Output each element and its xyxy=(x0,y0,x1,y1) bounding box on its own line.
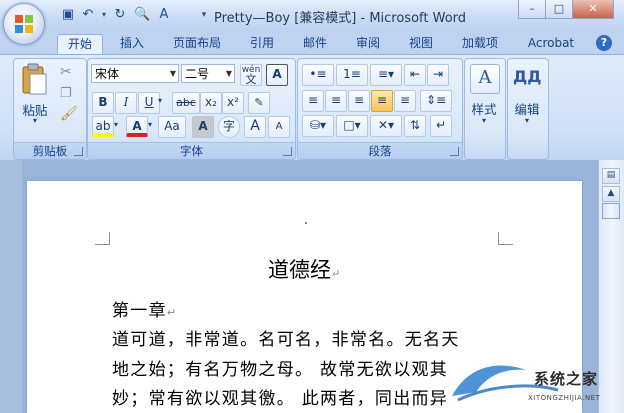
shading-icon[interactable]: ⛁▾ xyxy=(302,115,334,137)
tab-addins[interactable]: 加载项 xyxy=(455,34,505,54)
dialog-launcher-icon[interactable] xyxy=(74,147,83,156)
styles-dropdown-icon[interactable]: ▾ xyxy=(464,116,504,125)
bullets-icon[interactable]: •≡ xyxy=(302,64,334,86)
tab-insert[interactable]: 插入 xyxy=(110,34,154,54)
office-logo-icon xyxy=(15,15,33,33)
asian-layout-icon[interactable]: ✕▾ xyxy=(370,115,402,137)
tab-mailings[interactable]: 邮件 xyxy=(293,34,337,54)
document-line-text: 第一章 xyxy=(112,301,167,321)
ruler-toggle-icon[interactable]: ▤ xyxy=(602,168,620,184)
increase-indent-icon[interactable]: ⇥ xyxy=(427,64,449,86)
underline-dropdown-icon[interactable]: ▾ xyxy=(158,96,162,105)
align-left-icon[interactable]: ≡ xyxy=(302,90,324,112)
office-button[interactable] xyxy=(3,3,45,45)
decrease-indent-icon[interactable]: ⇤ xyxy=(404,64,426,86)
borders-icon[interactable]: □▾ xyxy=(336,115,368,137)
document-line[interactable]: 地之始；有名万物之母。 故常无欲以观其 xyxy=(112,355,448,380)
redo-icon[interactable]: ↻ xyxy=(112,7,128,23)
font-name-value: 宋体 xyxy=(95,67,120,81)
change-case-button[interactable]: Aa xyxy=(158,116,186,138)
undo-icon[interactable]: ↶ xyxy=(80,7,96,23)
grow-font-button[interactable]: A xyxy=(244,116,266,138)
italic-button[interactable]: I xyxy=(115,92,137,114)
sort-icon[interactable]: ⇅ xyxy=(404,115,426,137)
find-icon[interactable]: ДД xyxy=(513,64,542,92)
font-color-button[interactable]: A xyxy=(126,116,148,137)
superscript-button[interactable]: x² xyxy=(222,92,244,114)
strikethrough-button[interactable]: abc xyxy=(172,92,200,114)
restore-button[interactable]: □ xyxy=(545,0,573,19)
paragraph-mark: ↵ xyxy=(331,267,341,280)
subscript-button[interactable]: x₂ xyxy=(200,92,222,114)
show-marks-icon[interactable]: ↵ xyxy=(430,115,452,137)
print-preview-icon[interactable]: 🔍 xyxy=(134,7,150,23)
align-center-icon[interactable]: ≡ xyxy=(325,90,347,112)
scroll-thumb[interactable] xyxy=(602,203,620,219)
styles-icon[interactable]: A xyxy=(470,64,500,94)
paragraph-group-label: 段落 xyxy=(298,142,462,159)
tab-review[interactable]: 审阅 xyxy=(346,34,390,54)
watermark-brand: 系统之家 xyxy=(534,370,599,388)
window-title: Pretty—Boy [兼容模式] - Microsoft Word xyxy=(213,11,467,26)
character-border-button[interactable]: A xyxy=(266,64,288,86)
multilevel-list-icon[interactable]: ≡▾ xyxy=(370,64,402,86)
document-line[interactable]: 道可道，非常道。名可名，非常名。无名天 xyxy=(112,325,460,350)
tab-page-layout[interactable]: 页面布局 xyxy=(165,34,229,54)
line-spacing-icon[interactable]: ⇕≡ xyxy=(420,90,452,112)
distributed-icon[interactable]: ≡ xyxy=(394,90,416,112)
paste-icon[interactable] xyxy=(20,62,50,96)
crop-mark-left xyxy=(95,232,110,245)
watermark-url: XITONGZHIJIA.NET xyxy=(528,394,601,402)
character-shading-button[interactable]: A xyxy=(192,116,214,138)
tab-view[interactable]: 视图 xyxy=(399,34,443,54)
document-heading[interactable]: 道德经↵ xyxy=(268,254,340,284)
dialog-launcher-icon[interactable] xyxy=(283,147,292,156)
crop-mark-right xyxy=(498,232,513,245)
document-heading-text: 道德经 xyxy=(268,258,331,282)
bold-button[interactable]: B xyxy=(92,92,114,114)
dialog-launcher-icon[interactable] xyxy=(450,147,459,156)
tab-references[interactable]: 引用 xyxy=(240,34,284,54)
page-marker xyxy=(305,222,307,224)
font-color-dropdown-icon[interactable]: ▾ xyxy=(148,120,152,129)
tab-acrobat[interactable]: Acrobat xyxy=(521,34,581,54)
paragraph-mark: ↵ xyxy=(166,306,178,319)
numbering-icon[interactable]: 1≡ xyxy=(336,64,368,86)
highlight-dropdown-icon[interactable]: ▾ xyxy=(114,120,118,129)
copy-icon[interactable]: ❐ xyxy=(60,86,72,101)
font-group-label: 字体 xyxy=(88,142,295,159)
text-highlight-button[interactable]: ab xyxy=(92,116,114,137)
underline-button[interactable]: U xyxy=(138,92,160,114)
tab-home[interactable]: 开始 xyxy=(57,34,103,55)
clear-formatting-icon[interactable]: ✎ xyxy=(248,92,270,114)
font-size-value: 二号 xyxy=(185,67,210,81)
scroll-up-icon[interactable]: ▲ xyxy=(602,186,620,202)
chevron-down-icon: ▼ xyxy=(225,69,232,78)
format-painter-icon[interactable]: 🖌 xyxy=(60,106,78,122)
phonetic-guide-button[interactable]: wén 文 xyxy=(240,64,262,86)
undo-dropdown-icon[interactable]: ▾ xyxy=(96,7,112,23)
minimize-button[interactable]: – xyxy=(518,0,546,19)
paste-dropdown-icon[interactable]: ▾ xyxy=(28,116,42,125)
justify-icon[interactable]: ≡ xyxy=(371,90,393,112)
help-icon[interactable]: ? xyxy=(596,35,612,51)
close-button[interactable]: ✕ xyxy=(572,0,614,19)
spelling-icon[interactable]: A xyxy=(156,7,172,23)
document-line[interactable]: 第一章↵ xyxy=(112,296,177,321)
editing-dropdown-icon[interactable]: ▾ xyxy=(507,116,547,125)
align-right-icon[interactable]: ≡ xyxy=(348,90,370,112)
vertical-ruler xyxy=(0,160,22,413)
document-line[interactable]: 妙；常有欲以观其徼。 此两者，同出而异 xyxy=(112,384,448,409)
font-size-combo[interactable]: 二号 ▼ xyxy=(181,64,235,83)
chevron-down-icon: ▼ xyxy=(169,69,176,78)
font-name-combo[interactable]: 宋体 ▼ xyxy=(91,64,179,83)
save-icon[interactable]: ▣ xyxy=(60,7,76,23)
enclose-characters-icon[interactable]: 字 xyxy=(218,116,240,138)
cut-icon[interactable]: ✂ xyxy=(60,64,72,80)
shrink-font-button[interactable]: A xyxy=(268,116,290,138)
